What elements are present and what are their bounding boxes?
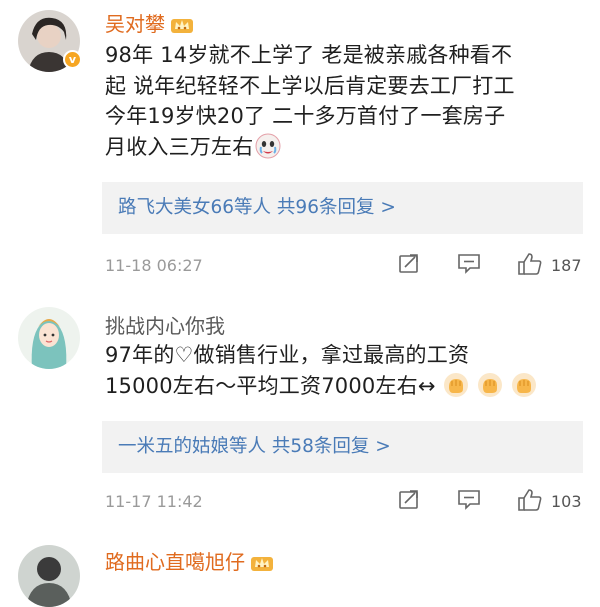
crown-emoji-icon (171, 17, 193, 33)
username[interactable]: 吴对攀 (105, 8, 193, 37)
crown-emoji-icon (251, 555, 273, 571)
comment-footer: 11-17 11:42 103 (105, 488, 590, 516)
comment-text: 98年 14岁就不上学了 老是被亲戚各种看不 起 说年纪轻轻不上学以后肯定要去工… (105, 40, 590, 162)
like-count: 187 (551, 256, 582, 275)
comment-line: 98年 14岁就不上学了 老是被亲戚各种看不 (105, 43, 513, 67)
avatar[interactable] (18, 307, 80, 369)
timestamp: 11-18 06:27 (105, 256, 203, 275)
comment-line: 起 说年纪轻轻不上学以后肯定要去工厂打工 (105, 73, 515, 98)
username-text: 挑战内心你我 (105, 314, 225, 338)
fist-emoji-icon (476, 371, 504, 399)
comment-icon[interactable] (457, 488, 481, 516)
username[interactable]: 挑战内心你我 (105, 310, 225, 339)
timestamp: 11-17 11:42 (105, 492, 203, 511)
like-icon[interactable] (517, 488, 543, 516)
comment-icon[interactable] (457, 252, 481, 280)
comment-footer: 11-18 06:27 187 (105, 252, 590, 280)
comment-text: 97年的♡做销售行业，拿过最高的工资 15000左右～平均工资7000左右↔ (105, 340, 590, 401)
reply-summary-link[interactable]: 一米五的姑娘等人 共58条回复 > (102, 421, 583, 473)
forward-icon[interactable] (398, 488, 420, 516)
like-icon[interactable] (517, 252, 543, 280)
comment-line: 今年19岁快20了 二十多万首付了一套房子 (105, 104, 506, 128)
verified-badge-icon: v (63, 50, 82, 69)
like-count: 103 (551, 492, 582, 511)
comment-line: 97年的♡做销售行业，拿过最高的工资 (105, 343, 470, 367)
username-text: 路曲心直噶旭仔 (105, 550, 245, 574)
comment-line: 15000左右～平均工资7000左右↔ (105, 371, 590, 402)
crying-emoji-icon (255, 133, 281, 159)
avatar[interactable] (18, 545, 80, 607)
fist-emoji-icon (442, 371, 470, 399)
fist-emoji-icon (510, 371, 538, 399)
comment-line: 月收入三万左右 (105, 132, 590, 163)
username-text: 吴对攀 (105, 12, 165, 36)
reply-summary-link[interactable]: 路飞大美女66等人 共96条回复 > (102, 182, 583, 234)
username[interactable]: 路曲心直噶旭仔 (105, 546, 273, 575)
forward-icon[interactable] (398, 252, 420, 280)
